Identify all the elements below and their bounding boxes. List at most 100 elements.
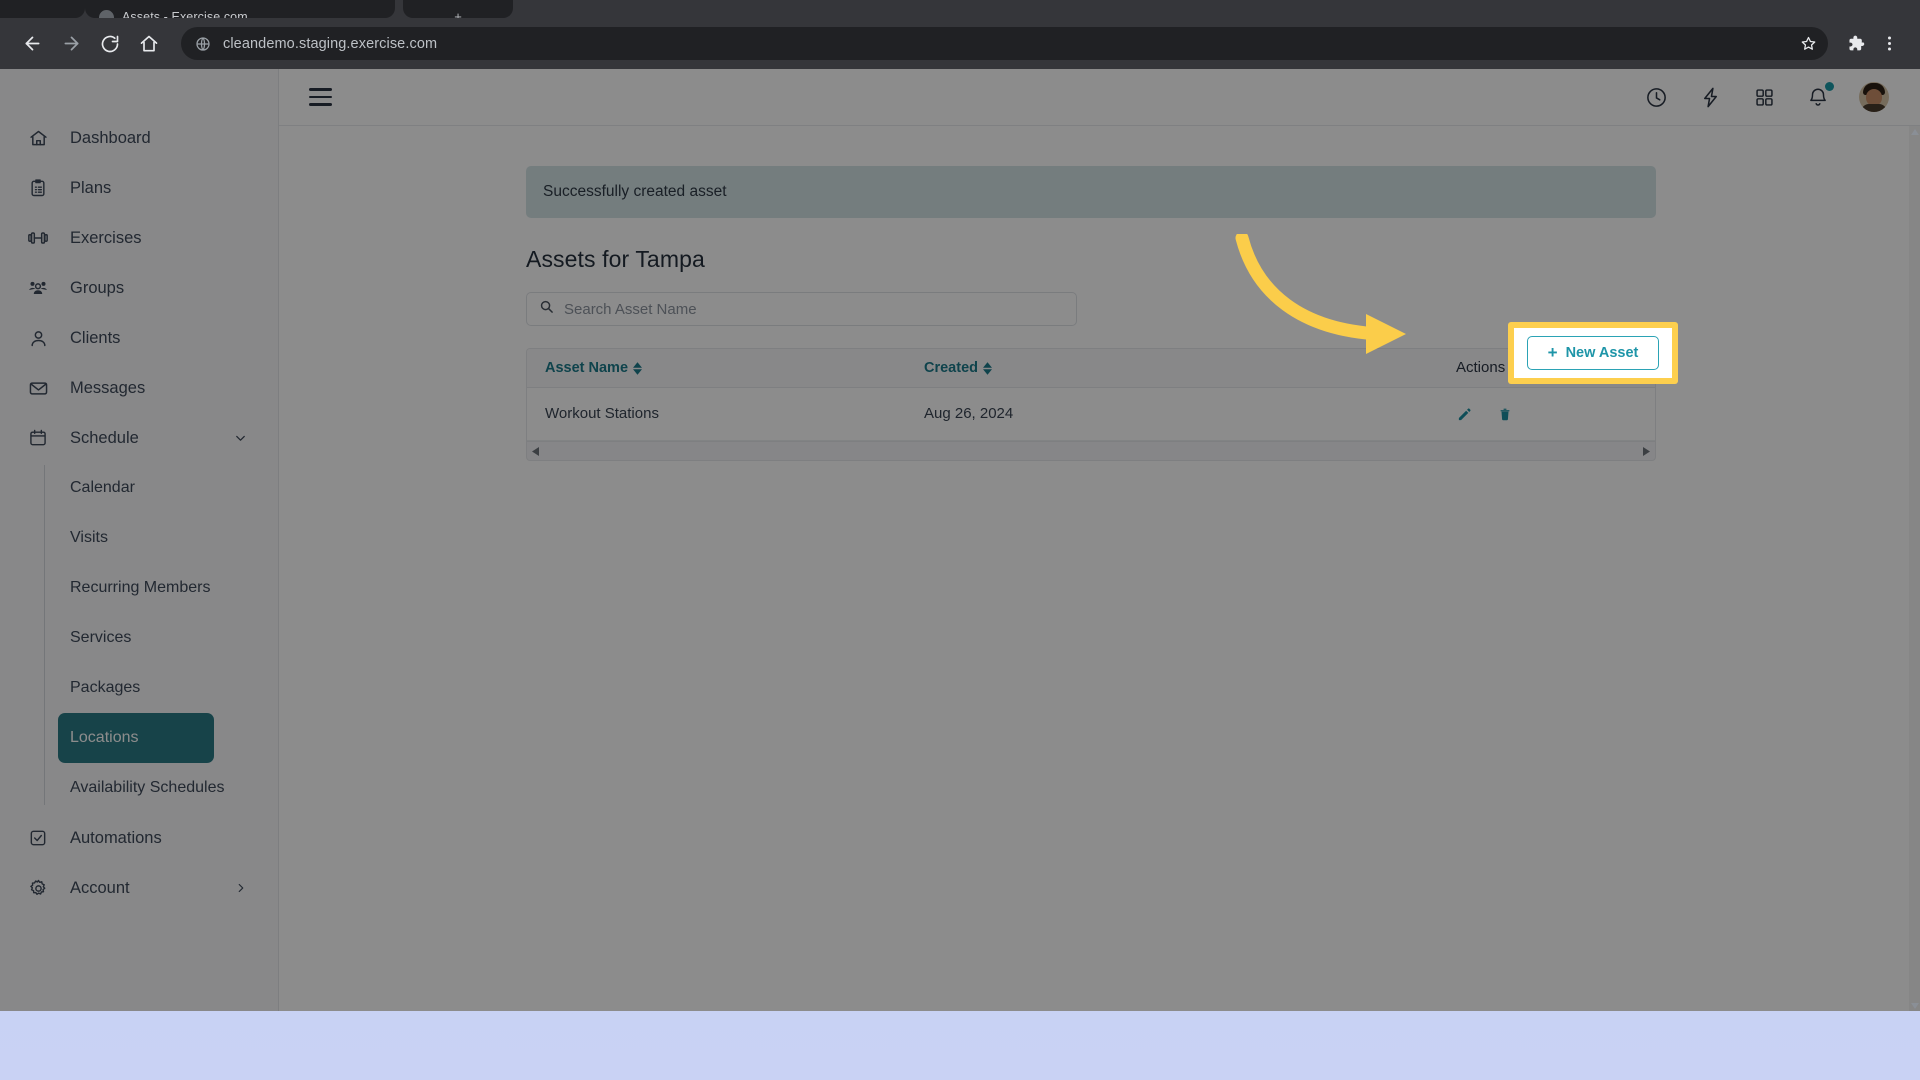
tab-strip-left-edge: [0, 0, 85, 18]
flash-success-alert: Successfully created asset: [526, 166, 1656, 218]
browser-toolbar: cleandemo.staging.exercise.com: [0, 18, 1920, 69]
avatar-body: [1861, 104, 1887, 112]
sidebar-item-label: Schedule: [70, 429, 139, 448]
cell-asset-name: Workout Stations: [527, 405, 924, 423]
puzzle-icon[interactable]: [1838, 27, 1872, 61]
sidebar-item-locations[interactable]: Locations: [58, 713, 214, 763]
sidebar-item-label: Account: [70, 879, 130, 898]
hamburger-icon[interactable]: [309, 83, 337, 111]
column-label: Actions: [1456, 359, 1505, 376]
scroll-up-arrow-icon[interactable]: [1909, 126, 1920, 137]
sidebar-item-availability-schedules[interactable]: Availability Schedules: [58, 763, 214, 813]
assets-table: Asset Name Created: [526, 348, 1656, 442]
sidebar-item-services[interactable]: Services: [58, 613, 214, 663]
home-icon[interactable]: [131, 26, 167, 62]
sidebar-item-label: Automations: [70, 829, 162, 848]
home-icon: [27, 127, 49, 149]
sidebar-item-plans[interactable]: Plans: [0, 163, 278, 213]
edit-pencil-icon[interactable]: [1456, 406, 1473, 423]
globe-icon: [194, 35, 211, 52]
new-asset-highlight-box: + New Asset: [1508, 322, 1678, 384]
sidebar-subitem-label: Calendar: [70, 479, 135, 497]
main-content: Successfully created asset Assets for Ta…: [279, 126, 1920, 1011]
cell-created: Aug 26, 2024: [924, 405, 1316, 423]
content-column: Successfully created asset Assets for Ta…: [526, 126, 1656, 461]
reload-icon[interactable]: [92, 26, 128, 62]
sidebar-item-label: Dashboard: [70, 129, 151, 148]
sidebar-item-calendar[interactable]: Calendar: [58, 463, 214, 513]
gear-icon: [27, 877, 49, 899]
sidebar-subitem-label: Packages: [70, 679, 140, 697]
group-people-icon: [27, 277, 49, 299]
scroll-left-arrow-icon[interactable]: [530, 446, 541, 457]
user-avatar[interactable]: [1859, 82, 1889, 112]
chevron-right-icon[interactable]: [234, 881, 248, 895]
lightning-bolt-icon[interactable]: [1697, 84, 1723, 110]
sidebar-item-clients[interactable]: Clients: [0, 313, 278, 363]
sidebar-item-automations[interactable]: Automations: [0, 813, 278, 863]
hamburger-line: [309, 96, 332, 98]
search-asset-field[interactable]: [526, 292, 1077, 326]
person-icon: [27, 327, 49, 349]
table-header-cell-created[interactable]: Created: [924, 359, 1316, 377]
hamburger-line: [309, 103, 332, 105]
scroll-down-arrow-icon[interactable]: [1909, 1000, 1920, 1011]
sidebar-item-schedule[interactable]: Schedule: [0, 413, 278, 463]
sort-arrows-icon[interactable]: [633, 362, 642, 375]
flash-message-text: Successfully created asset: [543, 183, 727, 201]
table-horizontal-scrollbar[interactable]: [526, 442, 1656, 461]
search-icon: [539, 299, 554, 319]
clipboard-icon: [27, 177, 49, 199]
new-asset-button-wrapper: + New Asset: [1514, 328, 1672, 378]
page-scrollbar[interactable]: [1909, 126, 1920, 1011]
sidebar: Dashboard Plans Exercises Groups: [0, 69, 279, 1011]
sidebar-item-packages[interactable]: Packages: [58, 663, 214, 713]
bell-icon[interactable]: [1805, 84, 1831, 110]
plus-icon: +: [1548, 344, 1558, 361]
new-asset-button[interactable]: + New Asset: [1527, 336, 1659, 370]
browser-window: Assets - Exercise.com + cleandemo.stagin…: [0, 0, 1920, 1011]
table-header-cell-asset-name[interactable]: Asset Name: [527, 359, 924, 377]
browser-tab-strip: Assets - Exercise.com +: [0, 0, 1920, 18]
back-arrow-icon[interactable]: [14, 26, 50, 62]
sidebar-item-account[interactable]: Account: [0, 863, 278, 913]
sidebar-subitem-label: Locations: [70, 729, 139, 747]
search-input[interactable]: [564, 301, 1064, 318]
sidebar-item-messages[interactable]: Messages: [0, 363, 278, 413]
browser-tab-active[interactable]: Assets - Exercise.com: [85, 0, 395, 18]
browser-tab-title: Assets - Exercise.com: [122, 10, 248, 18]
calendar-icon: [27, 427, 49, 449]
new-asset-button-label: New Asset: [1566, 345, 1639, 361]
sidebar-item-dashboard[interactable]: Dashboard: [0, 113, 278, 163]
grid-apps-icon[interactable]: [1751, 84, 1777, 110]
clock-icon[interactable]: [1643, 84, 1669, 110]
three-dot-menu-icon[interactable]: [1872, 27, 1906, 61]
sidebar-subitem-label: Services: [70, 629, 131, 647]
sidebar-subitem-label: Visits: [70, 529, 108, 547]
star-icon[interactable]: [1795, 30, 1822, 57]
delete-trash-icon[interactable]: [1496, 406, 1513, 423]
dumbbell-icon: [27, 227, 49, 249]
sidebar-item-exercises[interactable]: Exercises: [0, 213, 278, 263]
new-tab-button[interactable]: +: [403, 0, 513, 18]
sidebar-item-visits[interactable]: Visits: [58, 513, 214, 563]
sidebar-item-label: Exercises: [70, 229, 142, 248]
page-title: Assets for Tampa: [526, 246, 1656, 273]
omnibox[interactable]: cleandemo.staging.exercise.com: [181, 27, 1828, 60]
sidebar-subitem-label: Recurring Members: [70, 579, 210, 597]
sidebar-item-recurring-members[interactable]: Recurring Members: [58, 563, 214, 613]
topbar-actions: [1643, 82, 1920, 112]
chevron-down-icon[interactable]: [233, 431, 248, 446]
url-text: cleandemo.staging.exercise.com: [223, 36, 437, 52]
scroll-right-arrow-icon[interactable]: [1641, 446, 1652, 457]
table-header-row: Asset Name Created: [527, 349, 1655, 388]
sidebar-subnav-schedule: Calendar Visits Recurring Members Servic…: [0, 463, 278, 813]
column-label: Asset Name: [545, 360, 628, 376]
cell-actions: [1316, 406, 1655, 423]
forward-arrow-icon[interactable]: [53, 26, 89, 62]
sidebar-subitem-label: Availability Schedules: [70, 779, 224, 797]
table-row[interactable]: Workout Stations Aug 26, 2024: [527, 388, 1655, 441]
sidebar-item-groups[interactable]: Groups: [0, 263, 278, 313]
page-viewport: Dashboard Plans Exercises Groups: [0, 69, 1920, 1011]
sort-arrows-icon[interactable]: [983, 362, 992, 375]
